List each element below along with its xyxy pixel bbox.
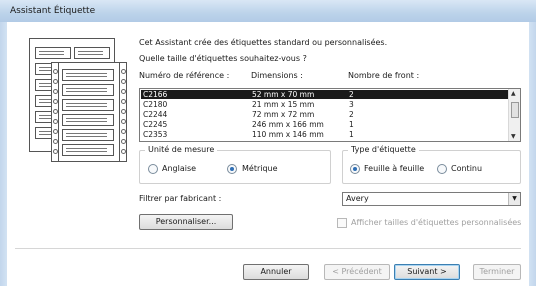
list-item[interactable]: C2244 72 mm x 72 mm 2 xyxy=(141,110,508,119)
show-custom-sizes-label: Afficher tailles d'étiquettes personnali… xyxy=(351,218,522,227)
list-item-dimensions: 52 mm x 70 mm xyxy=(252,90,315,99)
radio-imperial-label[interactable]: Anglaise xyxy=(162,164,196,173)
title-bar[interactable]: Assistant Étiquette xyxy=(0,0,536,23)
label-cell xyxy=(62,69,114,81)
list-item-dimensions: 21 mm x 15 mm xyxy=(252,100,315,109)
label-cell xyxy=(62,144,114,156)
list-item-reference: C2244 xyxy=(143,110,168,119)
unit-group-title: Unité de mesure xyxy=(145,145,218,154)
scroll-up-arrow-icon[interactable]: ▲ xyxy=(511,90,516,97)
label-type-group-title: Type d'étiquette xyxy=(348,145,419,154)
list-scrollbar[interactable]: ▲ ▼ xyxy=(508,89,520,141)
list-item-front-count: 3 xyxy=(349,100,354,109)
manufacturer-value: Avery xyxy=(346,194,369,203)
radio-sheet-feed-label[interactable]: Feuille à feuille xyxy=(364,164,424,173)
list-item[interactable]: C2245 246 mm x 166 mm 1 xyxy=(141,120,508,129)
previous-button[interactable]: < Précédent xyxy=(324,264,390,280)
label-cell xyxy=(62,129,114,141)
radio-sheet-feed[interactable] xyxy=(350,164,360,174)
tractor-strip-right xyxy=(119,62,127,162)
column-header-dimensions: Dimensions : xyxy=(251,71,303,80)
scroll-thumb[interactable] xyxy=(511,102,519,118)
label-size-list[interactable]: C2166 52 mm x 70 mm 2 C2180 21 mm x 15 m… xyxy=(139,88,521,142)
list-item-front-count: 1 xyxy=(349,130,354,139)
radio-continuous-label[interactable]: Continu xyxy=(451,164,482,173)
intro-text: Cet Assistant crée des étiquettes standa… xyxy=(139,38,388,47)
window-frame-left xyxy=(0,22,7,286)
list-item-dimensions: 246 mm x 166 mm xyxy=(252,120,324,129)
list-item[interactable]: C2166 52 mm x 70 mm 2 xyxy=(141,90,508,99)
label-cell xyxy=(74,47,110,59)
label-wizard-window: Assistant Étiquette Cet Assistant crée d… xyxy=(0,0,536,286)
column-header-reference: Numéro de référence : xyxy=(139,71,230,80)
tractor-strip-left xyxy=(51,62,59,162)
next-button[interactable]: Suivant > xyxy=(394,264,460,280)
list-item-dimensions: 72 mm x 72 mm xyxy=(252,110,315,119)
front-sheet xyxy=(51,62,127,162)
column-header-front-count: Nombre de front : xyxy=(348,71,420,80)
list-item-reference: C2245 xyxy=(143,120,168,129)
label-cell xyxy=(62,99,114,111)
finish-button[interactable]: Terminer xyxy=(473,264,521,280)
list-item[interactable]: C2180 21 mm x 15 mm 3 xyxy=(141,100,508,109)
list-item[interactable]: C2353 110 mm x 146 mm 1 xyxy=(141,130,508,139)
label-sheets-illustration xyxy=(23,38,127,162)
radio-metric-label[interactable]: Métrique xyxy=(242,164,278,173)
manufacturer-combobox[interactable]: Avery ▼ xyxy=(342,192,521,206)
radio-continuous[interactable] xyxy=(437,164,447,174)
show-custom-sizes-checkbox[interactable] xyxy=(337,218,347,228)
label-cell xyxy=(62,84,114,96)
scroll-down-arrow-icon[interactable]: ▼ xyxy=(511,133,516,140)
size-question: Quelle taille d'étiquettes souhaitez-vou… xyxy=(139,54,307,63)
list-item-reference: C2180 xyxy=(143,100,168,109)
footer-divider xyxy=(15,248,521,249)
radio-metric[interactable] xyxy=(227,164,237,174)
list-item-front-count: 2 xyxy=(349,90,354,99)
list-item-front-count: 1 xyxy=(349,120,354,129)
list-item-reference: C2353 xyxy=(143,130,168,139)
list-item-reference: C2166 xyxy=(143,90,168,99)
wizard-content: Cet Assistant crée des étiquettes standa… xyxy=(7,22,529,286)
window-title: Assistant Étiquette xyxy=(10,6,96,16)
chevron-down-icon[interactable]: ▼ xyxy=(508,193,520,205)
radio-imperial[interactable] xyxy=(148,164,158,174)
list-item-front-count: 2 xyxy=(349,110,354,119)
label-cell xyxy=(35,47,71,59)
window-frame-right xyxy=(529,22,536,286)
cancel-button[interactable]: Annuler xyxy=(243,264,309,280)
list-item-dimensions: 110 mm x 146 mm xyxy=(252,130,324,139)
manufacturer-filter-label: Filtrer par fabricant : xyxy=(139,194,222,203)
label-cell xyxy=(62,114,114,126)
customize-button[interactable]: Personnaliser... xyxy=(139,214,233,230)
